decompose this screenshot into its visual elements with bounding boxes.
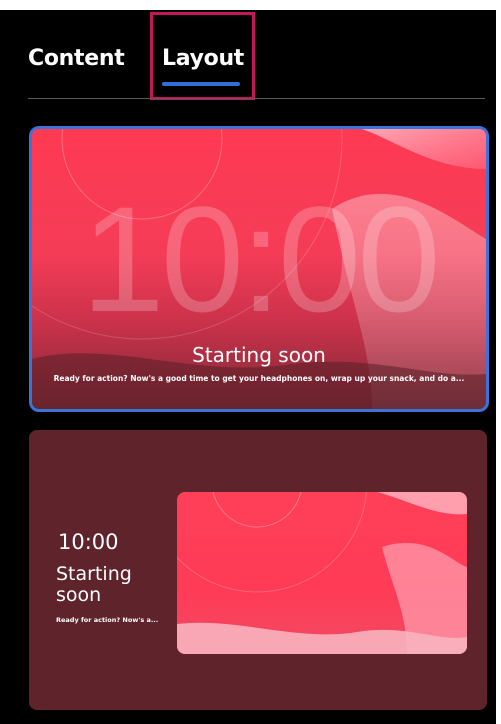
countdown-clock: 10:00 xyxy=(81,175,440,343)
subline-text: Ready for action? Now's a... xyxy=(56,616,159,624)
layout-option-fullscreen[interactable]: 10:00 Starting soon Ready for action? No… xyxy=(29,126,489,412)
tab-highlight-box xyxy=(150,12,255,100)
thumbnail-art xyxy=(177,492,467,654)
subline-text: Ready for action? Now's a good time to g… xyxy=(53,374,465,383)
preview-thumbnail xyxy=(177,492,467,654)
countdown-clock: 10:00 xyxy=(58,530,119,554)
right-edge xyxy=(496,10,501,724)
headline-text: Starting soon xyxy=(192,343,326,367)
tab-content[interactable]: Content xyxy=(28,46,125,71)
layout-option-split[interactable]: 10:00 Starting soon Ready for action? No… xyxy=(29,430,487,710)
headline-text: Starting soon xyxy=(56,563,132,606)
tab-divider xyxy=(28,98,485,99)
top-edge xyxy=(0,0,501,10)
